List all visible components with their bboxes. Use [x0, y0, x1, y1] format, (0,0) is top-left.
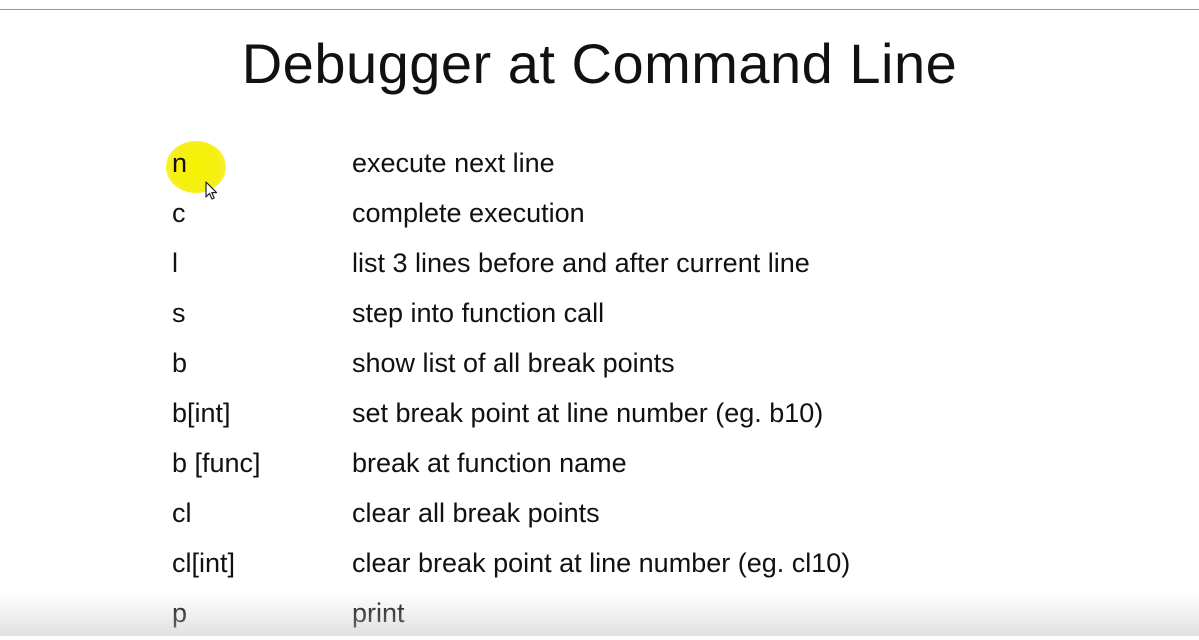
command-description: set break point at line number (eg. b10): [352, 398, 824, 428]
command-row: c complete execution: [172, 190, 1072, 240]
command-description: break at function name: [352, 448, 627, 478]
command-description: complete execution: [352, 198, 585, 228]
command-row: b show list of all break points: [172, 340, 1072, 390]
command-description: show list of all break points: [352, 348, 675, 378]
command-name: s: [172, 298, 186, 328]
command-description: list 3 lines before and after current li…: [352, 248, 810, 278]
command-row: p print: [172, 590, 1072, 640]
command-description: execute next line: [352, 148, 555, 178]
command-row: l list 3 lines before and after current …: [172, 240, 1072, 290]
command-name: l: [172, 248, 178, 278]
command-description: print: [352, 598, 405, 628]
command-name: n: [172, 148, 188, 178]
slide-title: Debugger at Command Line: [241, 32, 958, 95]
command-name: cl[int]: [172, 548, 236, 578]
command-row: cl clear all break points: [172, 490, 1072, 540]
command-name: b[int]: [172, 398, 231, 428]
command-table: n execute next line c complete execution…: [172, 140, 1072, 640]
command-row: b[int] set break point at line number (e…: [172, 390, 1072, 440]
mouse-pointer-icon: [205, 181, 218, 200]
command-row: cl[int] clear break point at line number…: [172, 540, 1072, 590]
command-name: b: [172, 348, 188, 378]
command-name: p: [172, 598, 188, 628]
command-description: clear break point at line number (eg. cl…: [352, 548, 851, 578]
command-description: clear all break points: [352, 498, 600, 528]
command-name: c: [172, 198, 186, 228]
window-top-border: [0, 0, 1199, 10]
command-row: s step into function call: [172, 290, 1072, 340]
command-name: cl: [172, 498, 192, 528]
command-name: b [func]: [172, 448, 261, 478]
command-description: step into function call: [352, 298, 605, 328]
command-row: b [func] break at function name: [172, 440, 1072, 490]
command-row: n execute next line: [172, 140, 1072, 190]
